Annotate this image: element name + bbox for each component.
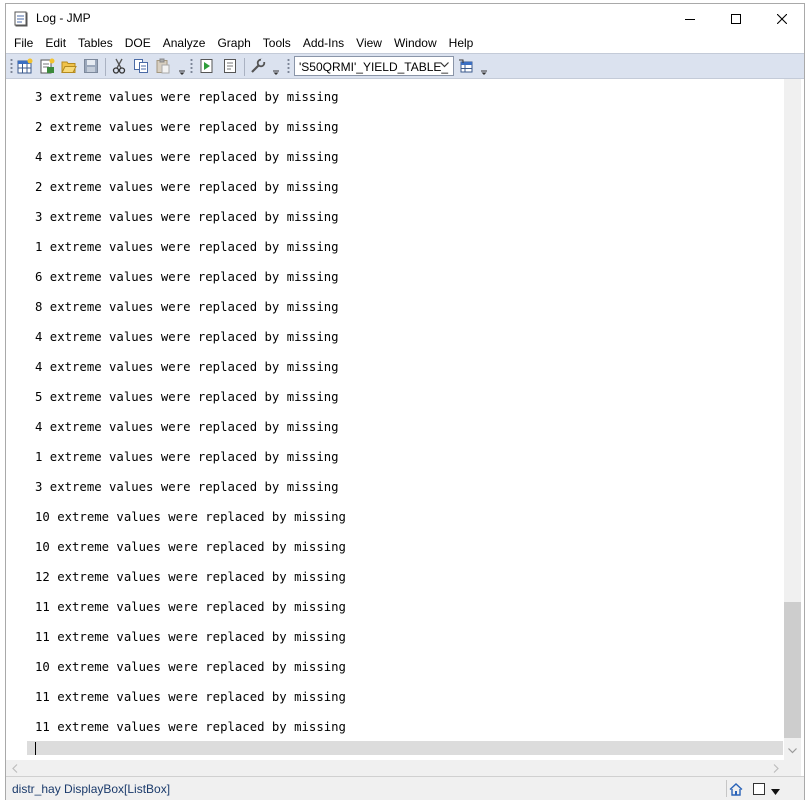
menu-file[interactable]: File bbox=[9, 33, 38, 53]
minimize-icon bbox=[685, 18, 695, 20]
close-icon bbox=[777, 13, 787, 24]
menu-window[interactable]: Window bbox=[389, 33, 442, 53]
menu-tables[interactable]: Tables bbox=[73, 33, 118, 53]
jmp-log-window: Log - JMP File Edit Tables DOE Analyze G… bbox=[5, 3, 805, 800]
log-line: 10 extreme values were replaced by missi… bbox=[35, 540, 346, 554]
scroll-left-button[interactable] bbox=[6, 760, 23, 776]
log-line: 11 extreme values were replaced by missi… bbox=[35, 600, 346, 614]
scroll-right-button[interactable] bbox=[767, 760, 784, 776]
menu-view[interactable]: View bbox=[351, 33, 387, 53]
home-icon bbox=[729, 782, 743, 796]
menu-analyze[interactable]: Analyze bbox=[158, 33, 211, 53]
toolbar-overflow-1[interactable] bbox=[178, 62, 186, 76]
log-line: 2 extreme values were replaced by missin… bbox=[35, 120, 339, 134]
vertical-scroll-thumb[interactable] bbox=[784, 602, 801, 738]
log-line: 4 extreme values were replaced by missin… bbox=[35, 360, 339, 374]
home-button[interactable] bbox=[727, 781, 745, 797]
new-data-table-icon bbox=[17, 58, 33, 74]
maximize-icon bbox=[731, 13, 741, 24]
jmp-log-app-icon bbox=[14, 11, 30, 27]
tools-wrench-icon bbox=[251, 58, 266, 73]
log-line: 3 extreme values were replaced by missin… bbox=[35, 90, 339, 104]
paste-icon bbox=[156, 58, 170, 74]
copy-button[interactable] bbox=[132, 57, 150, 75]
menu-help[interactable]: Help bbox=[444, 33, 479, 53]
status-text: distr_hay DisplayBox[ListBox] bbox=[12, 782, 171, 796]
table-link-button[interactable] bbox=[457, 57, 475, 75]
log-line: 8 extreme values were replaced by missin… bbox=[35, 300, 339, 314]
toolbar-separator bbox=[105, 58, 106, 76]
data-table-select-value: 'S50QRMI'_YIELD_TABLE_ bbox=[299, 60, 449, 74]
menu-edit[interactable]: Edit bbox=[40, 33, 71, 53]
log-line: 10 extreme values were replaced by missi… bbox=[35, 510, 346, 524]
window-list-dropdown[interactable] bbox=[771, 784, 780, 798]
log-line: 2 extreme values were replaced by missin… bbox=[35, 180, 339, 194]
log-line: 6 extreme values were replaced by missin… bbox=[35, 270, 339, 284]
cut-icon bbox=[112, 58, 126, 74]
log-line: 10 extreme values were replaced by missi… bbox=[35, 660, 346, 674]
menu-graph[interactable]: Graph bbox=[212, 33, 255, 53]
log-input-line[interactable] bbox=[27, 741, 783, 755]
toolbar: 'S50QRMI'_YIELD_TABLE_ bbox=[6, 53, 804, 79]
table-link-icon bbox=[459, 59, 473, 73]
chevron-down-icon bbox=[788, 747, 797, 753]
menu-doe[interactable]: DOE bbox=[120, 33, 156, 53]
chevron-right-icon bbox=[773, 763, 779, 773]
copy-icon bbox=[134, 59, 148, 73]
maximize-button[interactable] bbox=[713, 4, 759, 33]
log-line: 11 extreme values were replaced by missi… bbox=[35, 630, 346, 644]
text-caret bbox=[35, 742, 36, 755]
log-line: 3 extreme values were replaced by missin… bbox=[35, 480, 339, 494]
menu-bar: File Edit Tables DOE Analyze Graph Tools… bbox=[6, 33, 804, 53]
paste-button[interactable] bbox=[154, 57, 172, 75]
toolbar-overflow-2[interactable] bbox=[272, 62, 280, 76]
toolbar-grip-3[interactable] bbox=[287, 58, 290, 75]
new-data-table-button[interactable] bbox=[16, 57, 34, 75]
save-icon bbox=[84, 59, 98, 73]
new-script-icon bbox=[40, 58, 55, 74]
tools-button[interactable] bbox=[249, 57, 267, 75]
data-table-select[interactable]: 'S50QRMI'_YIELD_TABLE_ bbox=[294, 56, 454, 76]
log-line: 11 extreme values were replaced by missi… bbox=[35, 690, 346, 704]
menu-tools[interactable]: Tools bbox=[258, 33, 296, 53]
log-line: 1 extreme values were replaced by missin… bbox=[35, 450, 339, 464]
toolbar-grip[interactable] bbox=[10, 58, 13, 75]
log-line: 3 extreme values were replaced by missin… bbox=[35, 210, 339, 224]
log-line: 1 extreme values were replaced by missin… bbox=[35, 240, 339, 254]
save-button[interactable] bbox=[82, 57, 100, 75]
log-line: 11 extreme values were replaced by missi… bbox=[35, 720, 346, 734]
journal-icon bbox=[224, 59, 236, 73]
toolbar-overflow-3[interactable] bbox=[480, 62, 488, 76]
menu-add-ins[interactable]: Add-Ins bbox=[298, 33, 349, 53]
horizontal-scrollbar[interactable] bbox=[6, 760, 784, 776]
log-line: 5 extreme values were replaced by missin… bbox=[35, 390, 339, 404]
scroll-down-button[interactable] bbox=[784, 742, 801, 759]
open-folder-icon bbox=[61, 61, 77, 73]
close-button[interactable] bbox=[759, 4, 805, 33]
scrollbar-corner bbox=[784, 760, 801, 776]
cut-button[interactable] bbox=[110, 57, 128, 75]
log-panel[interactable]: 3 extreme values were replaced by missin… bbox=[6, 79, 804, 760]
toolbar-grip-2[interactable] bbox=[190, 58, 193, 75]
run-script-button[interactable] bbox=[198, 57, 216, 75]
new-script-button[interactable] bbox=[38, 57, 56, 75]
journal-button[interactable] bbox=[221, 57, 239, 75]
log-line: 4 extreme values were replaced by missin… bbox=[35, 330, 339, 344]
log-line: 12 extreme values were replaced by missi… bbox=[35, 570, 346, 584]
chevron-left-icon bbox=[11, 763, 17, 773]
log-line: 4 extreme values were replaced by missin… bbox=[35, 420, 339, 434]
window-list-checkbox[interactable] bbox=[753, 783, 765, 795]
triangle-down-icon bbox=[771, 789, 780, 795]
chevron-down-icon bbox=[440, 62, 449, 68]
status-bar: distr_hay DisplayBox[ListBox] bbox=[6, 776, 804, 800]
run-script-icon bbox=[200, 59, 213, 73]
log-line: 4 extreme values were replaced by missin… bbox=[35, 150, 339, 164]
vertical-scrollbar[interactable] bbox=[784, 79, 801, 760]
minimize-button[interactable] bbox=[667, 4, 713, 33]
window-title: Log - JMP bbox=[36, 11, 91, 25]
title-bar[interactable]: Log - JMP bbox=[6, 4, 804, 33]
log-output[interactable]: 3 extreme values were replaced by missin… bbox=[35, 82, 346, 742]
open-button[interactable] bbox=[60, 57, 78, 75]
toolbar-separator-2 bbox=[244, 58, 245, 76]
